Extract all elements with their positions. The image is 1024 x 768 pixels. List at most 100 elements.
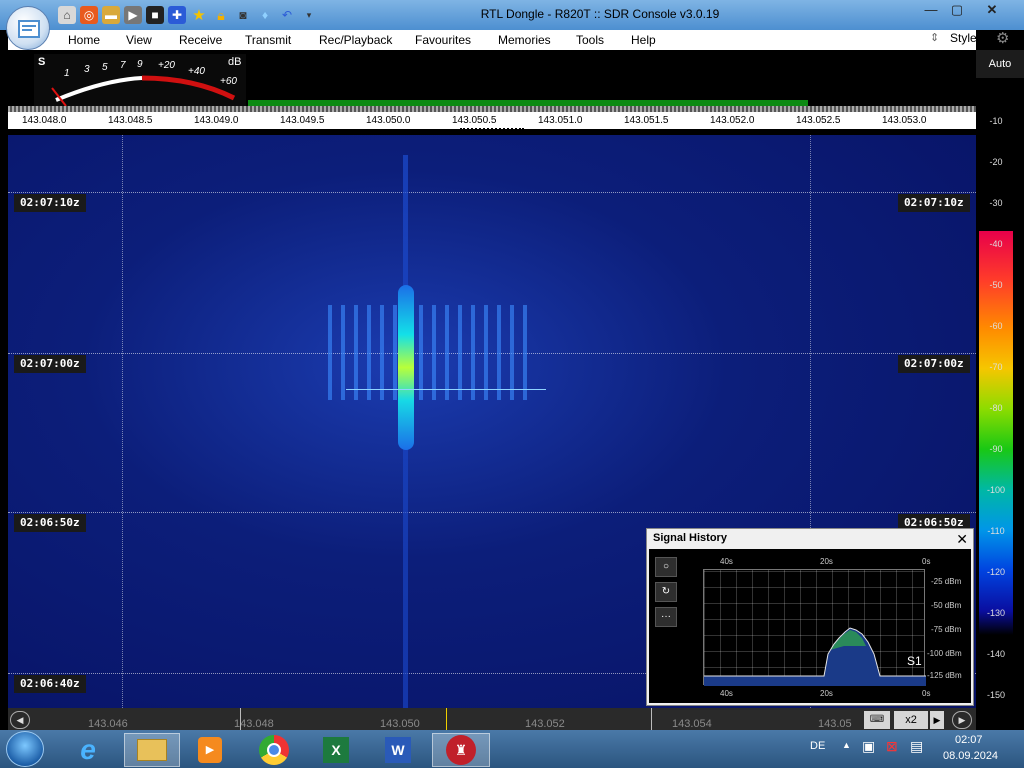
zoom-button[interactable]: x2 [894, 711, 928, 729]
close-button[interactable]: ✕ [974, 0, 1010, 22]
excel-icon[interactable]: X [314, 733, 358, 767]
signal-history-close-button[interactable]: ✕ [956, 531, 968, 548]
freq-tick: 143.049.0 [194, 115, 239, 126]
scale-tick: -50 [989, 280, 1003, 290]
time-line [8, 192, 976, 193]
app-menu-icon [18, 20, 40, 38]
overview-bar[interactable]: ◀ 143.046 143.048 143.050 143.052 143.05… [8, 708, 976, 730]
add-icon[interactable]: ✚ [168, 6, 186, 24]
drop-icon[interactable]: ♦ [256, 6, 274, 24]
menu-rec-playback[interactable]: Rec/Playback [319, 33, 392, 47]
menu-favourites[interactable]: Favourites [415, 33, 471, 47]
sdr-console-window: ⌂ ◎ ▬ ▶ ■ ✚ ★ 🔒︎ ◙ ♦ ↶ ▾ RTL Dongle - R8… [0, 0, 1024, 768]
freq-tick: 143.050.5 [452, 115, 497, 126]
settings-gear-icon[interactable]: ⚙ [996, 29, 1009, 47]
undo-icon[interactable]: ↶ [278, 6, 296, 24]
history-top-tick: 40s [720, 557, 733, 566]
s-value: S1 [907, 654, 922, 668]
auto-button[interactable]: Auto [976, 50, 1024, 78]
time-label-right: 02:07:10z [898, 194, 970, 212]
media-player-icon[interactable]: ▶ [188, 733, 232, 767]
scale-tick: -40 [989, 239, 1003, 249]
history-y-label: -100 dBm [927, 649, 962, 658]
menu-home[interactable]: Home [68, 33, 100, 47]
history-top-tick: 0s [922, 557, 931, 566]
lock-icon[interactable]: 🔒︎ [212, 6, 230, 24]
folder-icon[interactable]: ▬ [102, 6, 120, 24]
reset-button[interactable]: ↻ [655, 582, 677, 602]
signal-sidebands [328, 305, 528, 400]
minimize-button[interactable]: — [918, 0, 944, 22]
chrome-icon[interactable] [252, 733, 296, 767]
style-menu[interactable]: Style [950, 31, 977, 45]
freq-tick: 143.048.0 [22, 115, 67, 126]
file-explorer-icon[interactable] [124, 733, 180, 767]
language-indicator[interactable]: DE [810, 740, 825, 752]
device-tray-icon[interactable]: ▣ [862, 738, 875, 755]
keyboard-button[interactable]: ⌨ [864, 711, 890, 729]
history-plot: S1 [703, 569, 926, 686]
history-y-label: -25 dBm [931, 577, 962, 586]
history-bottom-tick: 40s [720, 689, 733, 698]
clock-date[interactable]: 08.09.2024 [943, 750, 998, 762]
maximize-button[interactable]: ▢ [944, 0, 970, 22]
signal-history-body: ○ ↻ ··· 40s 20s 0s S1 -25 dBm -50 dBm -7… [649, 549, 971, 703]
zoom-next-icon[interactable]: ▶ [930, 711, 944, 729]
scale-tick: -90 [989, 444, 1003, 454]
freq-tick: 143.048.5 [108, 115, 153, 126]
star-icon[interactable]: ★ [190, 6, 208, 24]
record-button[interactable]: ○ [655, 557, 677, 577]
menu-receive[interactable]: Receive [179, 33, 222, 47]
scale-grip[interactable] [460, 128, 524, 130]
style-dropdown-icon[interactable]: ▼ [983, 31, 993, 42]
menu-help[interactable]: Help [631, 33, 656, 47]
title-bar: ⌂ ◎ ▬ ▶ ■ ✚ ★ 🔒︎ ◙ ♦ ↶ ▾ RTL Dongle - R8… [0, 0, 1024, 30]
scale-tick: -10 [989, 116, 1003, 126]
scale-tick: -30 [989, 198, 1003, 208]
s-meter-arc [51, 75, 236, 107]
more-button[interactable]: ··· [655, 607, 677, 627]
history-y-label: -125 dBm [927, 671, 962, 680]
home-icon[interactable]: ⌂ [58, 6, 76, 24]
scale-tick: -150 [986, 690, 1005, 700]
menu-tools[interactable]: Tools [576, 33, 604, 47]
s-meter-panel: S dB 1 3 5 7 9 +20 +40 +60 [8, 50, 976, 112]
scroll-left-button[interactable]: ◀ [10, 711, 30, 729]
play-icon[interactable]: ▶ [124, 6, 142, 24]
customize-icon[interactable]: ▾ [300, 6, 318, 24]
network-tray-icon[interactable]: ⊠ [886, 738, 898, 755]
camera-icon[interactable]: ◙ [234, 6, 252, 24]
menu-transmit[interactable]: Transmit [245, 33, 291, 47]
overview-tick: 143.054 [672, 718, 712, 730]
style-icon[interactable]: ⇕ [930, 31, 939, 44]
overview-marker [446, 708, 447, 730]
menu-memories[interactable]: Memories [498, 33, 551, 47]
internet-explorer-icon[interactable]: e [66, 733, 110, 767]
overview-tick: 143.05 [818, 718, 852, 730]
window-title: RTL Dongle - R820T :: SDR Console v3.0.1… [480, 7, 720, 21]
scale-tick: -20 [989, 157, 1003, 167]
scale-tick: -70 [989, 362, 1003, 372]
scroll-right-button[interactable]: ▶ [952, 711, 972, 729]
quick-access-toolbar: ⌂ ◎ ▬ ▶ ■ ✚ ★ 🔒︎ ◙ ♦ ↶ ▾ [58, 6, 318, 24]
word-icon[interactable]: W [376, 733, 420, 767]
frequency-scale[interactable]: 143.048.0 143.048.5 143.049.0 143.049.5 … [8, 112, 976, 132]
time-label-right: 02:07:00z [898, 355, 970, 373]
scale-tick: -130 [986, 608, 1005, 618]
volume-tray-icon[interactable]: ▤ [910, 738, 923, 755]
app-menu-button[interactable] [6, 6, 50, 50]
freq-tick: 143.052.0 [710, 115, 755, 126]
start-button[interactable] [6, 731, 44, 767]
menu-view[interactable]: View [126, 33, 152, 47]
stop-icon[interactable]: ■ [146, 6, 164, 24]
overview-tick: 143.046 [88, 718, 128, 730]
freq-tick: 143.050.0 [366, 115, 411, 126]
clock-time[interactable]: 02:07 [955, 734, 983, 746]
signal-history-panel: Signal History ✕ ○ ↻ ··· 40s 20s 0s S1 -… [646, 528, 974, 706]
lifebuoy-icon[interactable]: ◎ [80, 6, 98, 24]
freq-tick: 143.051.5 [624, 115, 669, 126]
scale-tick: -60 [989, 321, 1003, 331]
tray-expand-icon[interactable]: ▲ [842, 740, 851, 750]
sdr-console-taskbar-icon[interactable]: ♜ [432, 733, 490, 767]
freq-tick: 143.049.5 [280, 115, 325, 126]
